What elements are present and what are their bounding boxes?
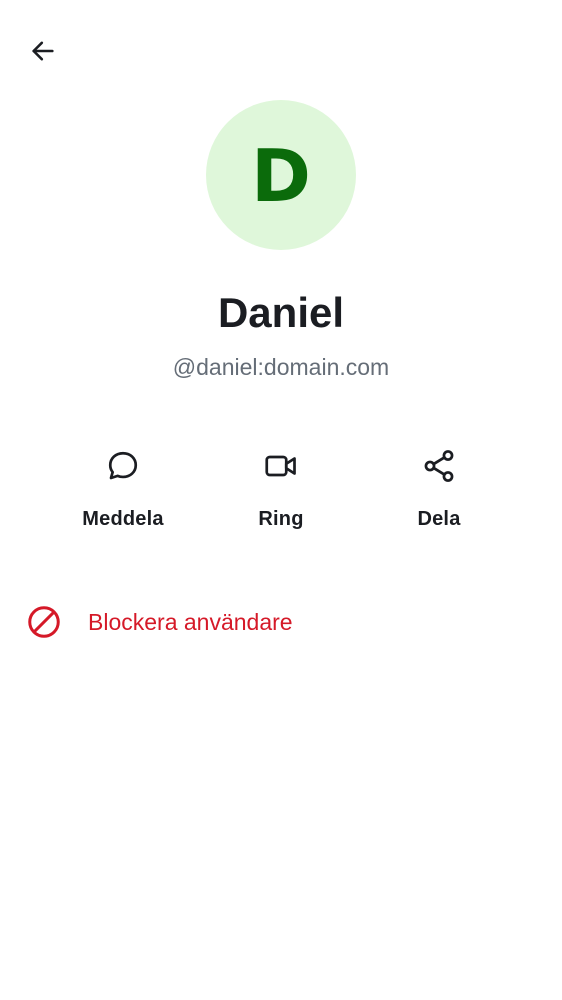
call-button[interactable]: Ring [206, 438, 356, 544]
video-camera-icon [265, 455, 296, 477]
message-button[interactable]: Meddela [48, 438, 198, 544]
message-label: Meddela [82, 508, 164, 530]
block-icon [28, 606, 60, 638]
arrow-left-icon [32, 41, 54, 61]
user-id: @daniel:domain.com [172, 354, 390, 380]
share-button[interactable]: Dela [364, 438, 514, 544]
avatar-initial: D [251, 134, 311, 218]
share-label: Dela [417, 508, 461, 530]
back-button[interactable] [20, 28, 66, 74]
block-user-button[interactable]: Blockera användare [0, 592, 562, 652]
block-user-label: Blockera användare [88, 608, 293, 635]
chat-bubble-icon [108, 451, 138, 480]
action-bar: Meddela Ring Dela [0, 438, 562, 548]
share-icon [424, 450, 454, 482]
call-label: Ring [258, 508, 304, 530]
display-name: Daniel [217, 289, 345, 336]
avatar[interactable]: D [206, 100, 356, 250]
